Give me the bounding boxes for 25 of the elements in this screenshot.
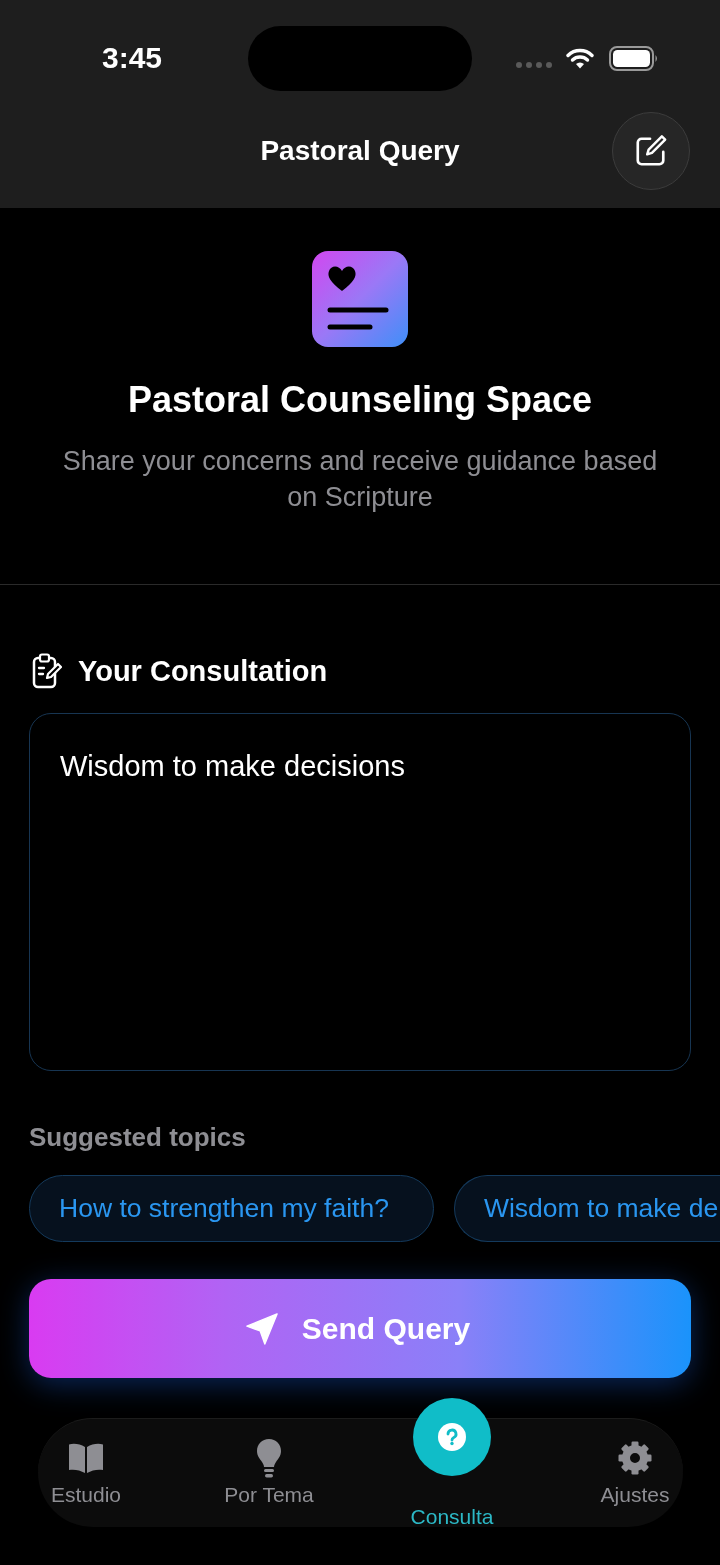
send-button[interactable]: Send Query	[29, 1279, 691, 1378]
heart-note-icon	[312, 251, 408, 347]
compose-icon	[634, 134, 668, 168]
battery-icon	[609, 45, 659, 71]
book-icon	[67, 1442, 105, 1474]
consultation-heading: Your Consultation	[78, 654, 328, 689]
clipboard-edit-icon	[32, 653, 62, 689]
suggestions-heading: Suggested topics	[29, 1122, 246, 1152]
status-time: 3:45	[101, 40, 162, 76]
consultation-field[interactable]: Wisdom to make decisions	[29, 713, 691, 1071]
tab-item[interactable]: Por Tema	[213, 1398, 325, 1531]
hero-subtitle: Share your concerns and receive guidance based on Scripture	[61, 445, 659, 514]
lightbulb-icon	[256, 1438, 282, 1478]
question-mark-icon	[413, 1398, 491, 1476]
tab-item[interactable]: Consulta	[396, 1398, 508, 1531]
topic-chip[interactable]: Wisdom to make de	[453, 1175, 720, 1242]
tab-item[interactable]: Ajustes	[579, 1398, 691, 1531]
paper-plane-icon	[245, 1312, 278, 1345]
screen-title: Pastoral Query	[260, 134, 460, 168]
gear-icon	[618, 1441, 652, 1475]
tab-item[interactable]: Estudio	[30, 1398, 142, 1531]
signal-dots-icon	[516, 62, 552, 68]
topic-chip[interactable]: How to strengthen my faith?	[29, 1175, 434, 1242]
wifi-icon	[566, 47, 594, 69]
hero-title: Pastoral Counseling Space	[127, 378, 593, 422]
